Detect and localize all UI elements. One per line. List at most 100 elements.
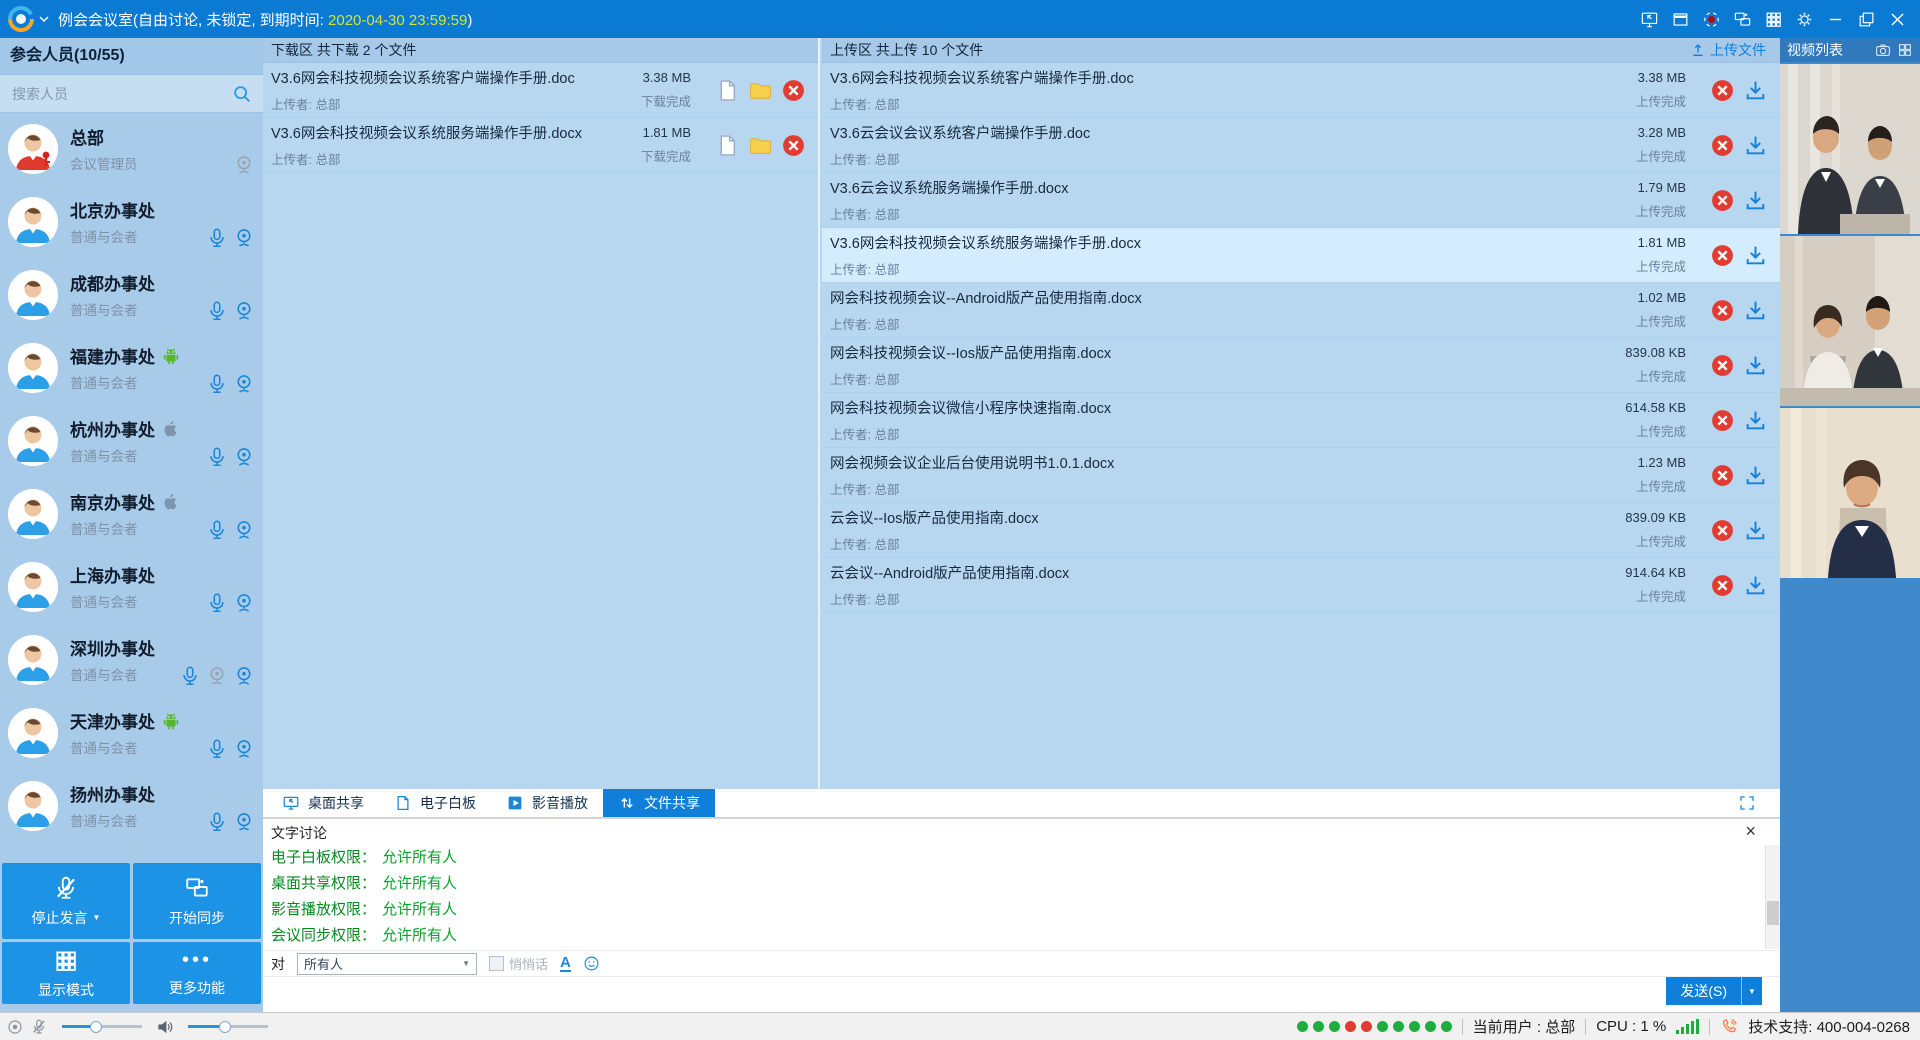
cancel-icon[interactable] <box>1710 298 1735 323</box>
participant-row[interactable]: 杭州办事处 普通与会者 <box>0 404 263 477</box>
webcam-icon[interactable] <box>233 373 255 395</box>
webcam-icon[interactable] <box>233 592 255 614</box>
download-icon[interactable] <box>1743 298 1768 323</box>
download-icon[interactable] <box>1743 243 1768 268</box>
download-icon[interactable] <box>1743 188 1768 213</box>
whisper-checkbox[interactable] <box>489 956 504 971</box>
send-options-caret[interactable]: ▼ <box>1741 977 1762 1005</box>
open-folder-icon[interactable] <box>748 133 773 158</box>
mic-icon[interactable] <box>206 519 228 541</box>
upload-file-row[interactable]: 网会科技视频会议--Ios版产品使用指南.docx 上传者: 总部 839.08… <box>822 338 1780 393</box>
download-icon[interactable] <box>1743 353 1768 378</box>
download-icon[interactable] <box>1743 133 1768 158</box>
dropdown-caret-icon[interactable]: ▼ <box>93 913 101 922</box>
participant-row[interactable]: 北京办事处 普通与会者 <box>0 185 263 258</box>
participant-row[interactable]: 深圳办事处 普通与会者 <box>0 623 263 696</box>
webcam-icon[interactable] <box>233 665 255 687</box>
audience-select[interactable]: 所有人 ▼ <box>297 953 477 975</box>
video-thumbnail[interactable] <box>1780 64 1920 234</box>
upload-file-row[interactable]: V3.6云会议系统服务端操作手册.docx 上传者: 总部 1.79 MB 上传… <box>822 173 1780 228</box>
upload-file-row[interactable]: 网会视频会议企业后台使用说明书1.0.1.docx 上传者: 总部 1.23 M… <box>822 448 1780 503</box>
chat-close-icon[interactable]: × <box>1745 821 1756 841</box>
speaker-icon[interactable] <box>156 1018 174 1036</box>
participant-row[interactable]: 天津办事处 普通与会者 <box>0 696 263 769</box>
webcam-icon[interactable] <box>233 738 255 760</box>
download-file-row[interactable]: V3.6网会科技视频会议系统客户端操作手册.doc 上传者: 总部 3.38 M… <box>263 63 818 118</box>
stop-speaking-button[interactable]: 停止发言▼ <box>2 863 130 939</box>
search-icon[interactable] <box>231 83 253 105</box>
participant-row[interactable]: 扬州办事处 普通与会者 <box>0 769 263 842</box>
cancel-icon[interactable] <box>1710 408 1735 433</box>
open-folder-icon[interactable] <box>748 78 773 103</box>
cancel-icon[interactable] <box>781 78 806 103</box>
screen-share-icon[interactable] <box>1638 8 1660 30</box>
record-icon[interactable] <box>1700 8 1722 30</box>
cancel-icon[interactable] <box>1710 133 1735 158</box>
share-tab[interactable]: 文件共享 <box>603 789 715 817</box>
upload-file-row[interactable]: 云会议--Ios版产品使用指南.docx 上传者: 总部 839.09 KB 上… <box>822 503 1780 558</box>
layout-grid-icon[interactable] <box>1762 8 1784 30</box>
speaker-volume-slider[interactable] <box>188 1025 268 1028</box>
open-file-icon[interactable] <box>715 133 740 158</box>
video-thumbnail[interactable] <box>1780 236 1920 406</box>
share-tab[interactable]: 影音播放 <box>491 789 603 817</box>
emoji-icon[interactable] <box>583 955 600 972</box>
start-sync-button[interactable]: 开始同步 <box>133 863 261 939</box>
download-file-row[interactable]: V3.6网会科技视频会议系统服务端操作手册.docx 上传者: 总部 1.81 … <box>263 118 818 173</box>
settings-gear-icon[interactable] <box>1793 8 1815 30</box>
mic-volume-slider[interactable] <box>62 1025 142 1028</box>
cancel-icon[interactable] <box>1710 573 1735 598</box>
mic-icon[interactable] <box>179 665 201 687</box>
restore-icon[interactable] <box>1855 8 1877 30</box>
mic-icon[interactable] <box>206 811 228 833</box>
close-icon[interactable] <box>1886 8 1908 30</box>
chat-scrollbar-handle[interactable] <box>1767 901 1779 925</box>
mic-icon[interactable] <box>206 592 228 614</box>
participant-row[interactable]: 上海办事处 普通与会者 <box>0 550 263 623</box>
search-input[interactable] <box>10 85 231 103</box>
mic-icon[interactable] <box>206 446 228 468</box>
cancel-icon[interactable] <box>1710 463 1735 488</box>
upload-file-row[interactable]: V3.6网会科技视频会议系统服务端操作手册.docx 上传者: 总部 1.81 … <box>822 228 1780 283</box>
mic-icon[interactable] <box>206 373 228 395</box>
upload-file-row[interactable]: V3.6云会议会议系统客户端操作手册.doc 上传者: 总部 3.28 MB 上… <box>822 118 1780 173</box>
download-icon[interactable] <box>1743 518 1768 543</box>
share-tab[interactable]: 桌面共享 <box>267 789 379 817</box>
video-layout-icon[interactable] <box>1897 42 1913 58</box>
share-tab[interactable]: 电子白板 <box>379 789 491 817</box>
webcam-icon[interactable] <box>233 446 255 468</box>
cancel-icon[interactable] <box>781 133 806 158</box>
download-icon[interactable] <box>1743 408 1768 433</box>
webcam-icon[interactable] <box>233 227 255 249</box>
download-icon[interactable] <box>1743 78 1768 103</box>
font-style-button[interactable]: A <box>560 955 571 972</box>
participant-row[interactable]: 成都办事处 普通与会者 <box>0 258 263 331</box>
webcam-gray-icon[interactable] <box>206 665 228 687</box>
participant-row[interactable]: 南京办事处 普通与会者 <box>0 477 263 550</box>
upload-file-row[interactable]: 网会科技视频会议--Android版产品使用指南.docx 上传者: 总部 1.… <box>822 283 1780 338</box>
audio-device-icon[interactable] <box>6 1018 24 1036</box>
webcam-icon[interactable] <box>233 519 255 541</box>
mic-icon[interactable] <box>206 300 228 322</box>
cancel-icon[interactable] <box>1710 353 1735 378</box>
participant-row[interactable]: 总部 会议管理员 <box>0 112 263 185</box>
download-icon[interactable] <box>1743 463 1768 488</box>
cancel-icon[interactable] <box>1710 78 1735 103</box>
mic-icon[interactable] <box>206 227 228 249</box>
cancel-icon[interactable] <box>1710 188 1735 213</box>
send-button[interactable]: 发送(S) ▼ <box>1666 977 1762 1005</box>
cancel-icon[interactable] <box>1710 518 1735 543</box>
upload-file-button[interactable]: 上传文件 <box>1690 40 1766 60</box>
mic-muted-icon[interactable] <box>30 1018 48 1036</box>
display-mode-button[interactable]: 显示模式 <box>2 942 130 1004</box>
window-mode-icon[interactable] <box>1669 8 1691 30</box>
cancel-icon[interactable] <box>1710 243 1735 268</box>
upload-file-row[interactable]: V3.6网会科技视频会议系统客户端操作手册.doc 上传者: 总部 3.38 M… <box>822 63 1780 118</box>
webcam-icon[interactable] <box>233 300 255 322</box>
expand-icon[interactable] <box>1738 794 1756 812</box>
video-thumbnail[interactable] <box>1780 408 1920 578</box>
chevron-down-icon[interactable] <box>38 13 50 25</box>
sync-screens-icon[interactable] <box>1731 8 1753 30</box>
snapshot-camera-icon[interactable] <box>1875 42 1891 58</box>
chat-scrollbar[interactable] <box>1765 845 1780 949</box>
